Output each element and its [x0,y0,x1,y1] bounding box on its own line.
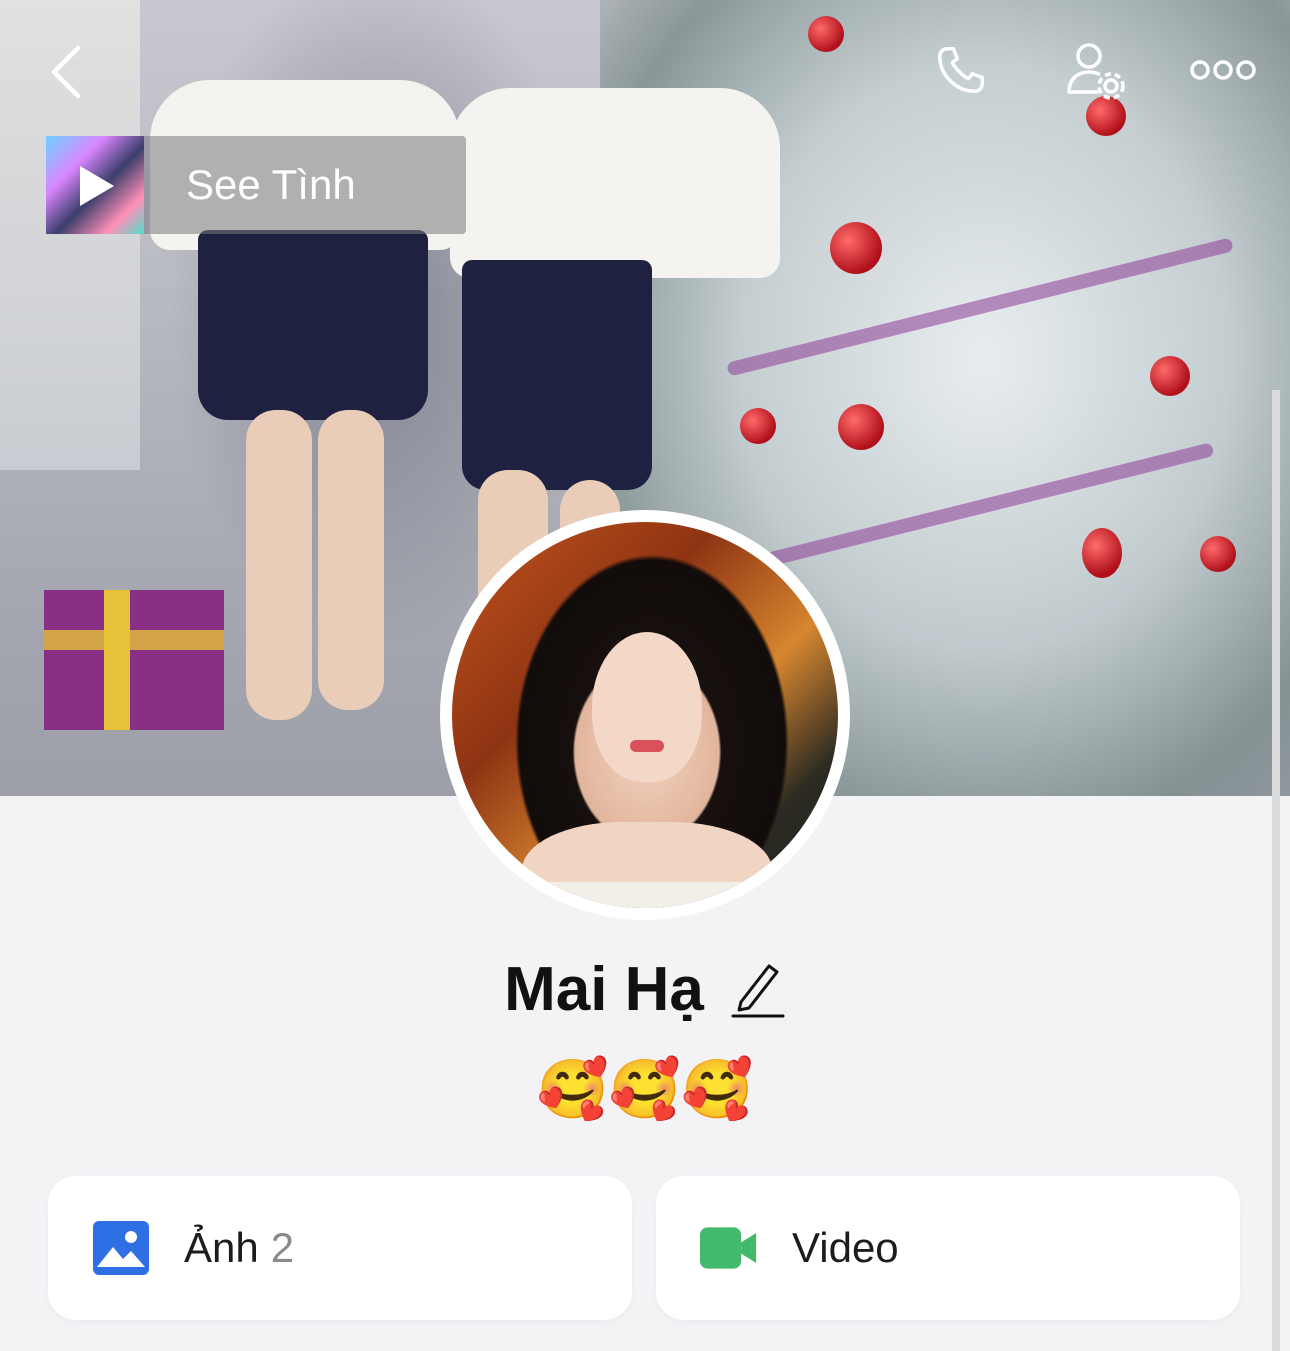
person-shorts [198,230,428,420]
call-button[interactable] [926,38,996,102]
person-leg [246,410,312,720]
profile-name-row: Mai Hạ [0,944,1290,1034]
ornament [1150,356,1190,396]
avatar-face [592,632,702,782]
ornament [830,222,882,274]
photos-count: 2 [270,1224,295,1271]
image-icon [92,1221,150,1275]
ornament [1082,528,1122,578]
play-icon [80,166,114,206]
person-blouse [450,88,780,278]
profile-settings-button[interactable] [1060,38,1130,102]
videos-button[interactable]: Video [656,1176,1240,1320]
profile-status: 🥰🥰🥰 [536,1057,754,1122]
ornament [838,404,884,450]
chevron-left-icon [51,45,81,99]
gift-ribbon [44,590,224,730]
edit-name-button[interactable] [730,957,786,1021]
music-title: See Tình [186,161,356,208]
more-options-button[interactable] [1186,50,1260,90]
back-button[interactable] [36,40,96,104]
ornament [740,408,776,444]
ornament [808,16,844,52]
person-leg [318,410,384,710]
user-settings-icon [1067,43,1125,100]
scrollbar[interactable] [1272,390,1280,1351]
profile-name: Mai Hạ [504,954,704,1024]
video-camera-icon [700,1221,758,1275]
pencil-icon [731,964,785,1018]
ornament [1086,96,1126,136]
photos-label: Ảnh [184,1224,259,1271]
phone-icon [938,47,984,93]
music-cover-art[interactable] [46,136,144,234]
person-shorts [462,260,652,490]
photos-button[interactable]: Ảnh 2 [48,1176,632,1320]
avatar[interactable] [440,510,850,920]
avatar-photo [452,522,838,908]
profile-music-player[interactable]: See Tình [46,136,466,234]
ornament [1200,536,1236,572]
videos-label: Video [792,1224,899,1271]
more-horizontal-icon [1190,60,1256,80]
avatar-lips [630,740,664,752]
avatar-clothing [522,882,772,908]
